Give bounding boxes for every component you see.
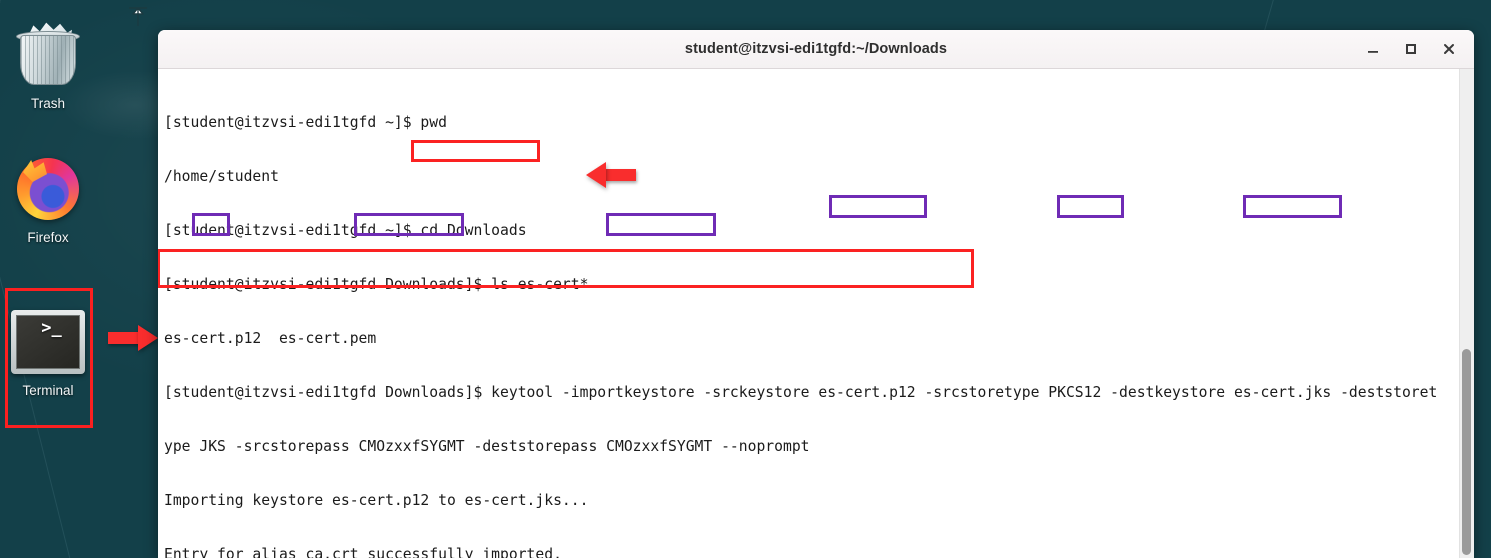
terminal-output-area[interactable]: [student@itzvsi-edi1tgfd ~]$ pwd /home/s…	[158, 69, 1474, 558]
terminal-icon: >_	[0, 305, 96, 379]
resize-cursor-icon	[124, 2, 152, 35]
terminal-line: [student@itzvsi-edi1tgfd ~]$ cd Download…	[164, 222, 527, 239]
desktop-icon-terminal[interactable]: >_ Terminal	[0, 305, 96, 398]
terminal-line: [student@itzvsi-edi1tgfd Downloads]$ ls …	[164, 276, 589, 293]
window-title: student@itzvsi-edi1tgfd:~/Downloads	[684, 41, 948, 57]
desktop-icon-trash[interactable]: Trash	[0, 18, 96, 111]
terminal-line: ype JKS -srcstorepass CMOzxxfSYGMT -dest…	[164, 438, 810, 455]
terminal-scrollbar[interactable]	[1459, 69, 1474, 558]
terminal-line: [student@itzvsi-edi1tgfd Downloads]$ key…	[164, 384, 1438, 401]
terminal-line: [student@itzvsi-edi1tgfd ~]$ pwd	[164, 114, 447, 131]
terminal-window[interactable]: student@itzvsi-edi1tgfd:~/Downloads [stu…	[158, 30, 1474, 558]
minimize-icon[interactable]	[1356, 34, 1390, 64]
terminal-line: Entry for alias ca.crt successfully impo…	[164, 546, 562, 558]
trash-can-icon	[0, 18, 96, 92]
close-icon[interactable]	[1432, 34, 1466, 64]
desktop-icon-firefox[interactable]: Firefox	[0, 152, 96, 245]
terminal-text: [student@itzvsi-edi1tgfd ~]$ pwd /home/s…	[164, 78, 1452, 558]
window-titlebar[interactable]: student@itzvsi-edi1tgfd:~/Downloads	[158, 30, 1474, 69]
terminal-line: es-cert.p12 es-cert.pem	[164, 330, 377, 347]
terminal-line: /home/student	[164, 168, 279, 185]
maximize-icon[interactable]	[1394, 34, 1428, 64]
terminal-scrollbar-thumb[interactable]	[1462, 349, 1471, 555]
desktop-icon-label: Terminal	[22, 383, 74, 398]
desktop-icon-label: Firefox	[27, 230, 69, 245]
window-controls	[1356, 30, 1466, 68]
firefox-icon	[0, 152, 96, 226]
desktop-icon-label: Trash	[30, 96, 65, 111]
terminal-line: Importing keystore es-cert.p12 to es-cer…	[164, 492, 589, 509]
